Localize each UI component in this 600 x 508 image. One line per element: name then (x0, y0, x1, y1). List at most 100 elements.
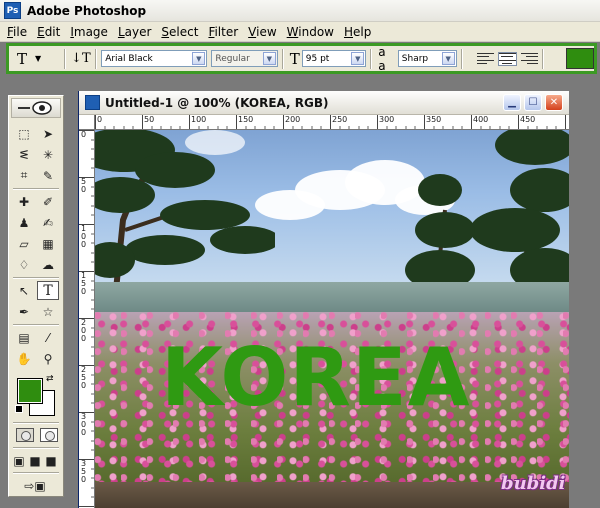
quick-mask-mode-icon[interactable] (40, 428, 58, 442)
healing-brush-tool-icon[interactable]: ✚ (13, 192, 35, 211)
divider (64, 48, 67, 69)
lasso-tool-icon[interactable]: ᓬ (13, 145, 35, 164)
text-color-swatch[interactable] (565, 48, 595, 69)
minimize-button[interactable]: ▁ (503, 94, 521, 111)
close-button[interactable]: ✕ (545, 94, 563, 111)
font-style-select[interactable]: Regular ▼ (211, 50, 278, 67)
menu-window[interactable]: Window (282, 25, 339, 39)
align-left-button[interactable] (476, 52, 494, 65)
anti-alias-select[interactable]: Sharp ▼ (397, 50, 457, 67)
tool-preset-picker[interactable]: T ▼ (9, 50, 60, 68)
slice-tool-icon[interactable]: ✎ (37, 166, 59, 185)
distant-hills (95, 282, 569, 312)
brush-tool-icon[interactable]: ✐ (37, 192, 59, 211)
zoom-tool-icon[interactable]: ⚲ (37, 349, 59, 368)
divider (95, 48, 98, 69)
korea-text-layer[interactable]: KOREA (161, 338, 521, 418)
menu-bar: File Edit Image Layer Select Filter View… (0, 22, 600, 42)
close-icon: ✕ (549, 97, 559, 108)
default-colors-icon[interactable] (15, 405, 23, 413)
font-family-value: Arial Black (105, 53, 153, 64)
ruler-ticks (95, 115, 566, 129)
eraser-tool-icon[interactable]: ▱ (13, 234, 35, 253)
font-family-select[interactable]: Arial Black ▼ (101, 50, 208, 67)
divider (460, 48, 463, 69)
font-size-select[interactable]: 95 pt ▼ (301, 50, 367, 67)
menu-image[interactable]: Image (65, 25, 113, 39)
chevron-down-icon: ▼ (441, 52, 455, 65)
divider (13, 422, 59, 424)
document-titlebar[interactable]: Untitled-1 @ 100% (KOREA, RGB) ▁ ☐ ✕ (79, 91, 569, 115)
app-title: Adobe Photoshop (27, 3, 147, 18)
text-alignment-group (476, 51, 538, 66)
jump-to-imageready-icon[interactable]: ⇨▣ (15, 476, 55, 495)
ground-strip (95, 482, 569, 508)
chevron-down-icon: ▼ (192, 52, 206, 65)
crop-tool-icon[interactable]: ⌗ (13, 166, 35, 185)
history-brush-tool-icon[interactable]: ✍ (37, 213, 59, 232)
blur-tool-icon[interactable]: ♢ (13, 255, 35, 274)
standard-screen-mode-icon[interactable]: ▣ (11, 451, 27, 470)
menu-file[interactable]: File (2, 25, 32, 39)
menu-filter[interactable]: Filter (203, 25, 243, 39)
notes-tool-icon[interactable]: ▤ (13, 328, 35, 347)
anti-alias-value: Sharp (401, 53, 429, 64)
custom-shape-tool-icon[interactable]: ☆ (37, 302, 59, 321)
divider (541, 48, 544, 69)
type-tool-icon[interactable]: T (37, 281, 59, 300)
pine-tree-left (95, 130, 275, 300)
menu-view[interactable]: View (243, 25, 281, 39)
toolbox-header-eye-icon[interactable] (11, 98, 61, 118)
marquee-tool-icon[interactable]: ⬚ (13, 124, 35, 143)
chevron-down-icon: ▼ (262, 52, 276, 65)
full-screen-mode-icon[interactable]: ■ (43, 451, 59, 470)
menu-edit[interactable]: Edit (32, 25, 65, 39)
font-size-icon: T (289, 49, 300, 68)
dodge-tool-icon[interactable]: ☁ (37, 255, 59, 274)
standard-mode-icon[interactable] (16, 428, 34, 442)
divider (13, 472, 59, 474)
type-tool-icon: T (17, 49, 28, 68)
pine-tree-right (405, 130, 569, 300)
text-orientation-button[interactable]: ↓T (70, 51, 91, 66)
minimize-icon: ▁ (508, 97, 516, 108)
chevron-down-icon: ▼ (351, 52, 365, 65)
menu-help[interactable]: Help (339, 25, 376, 39)
divider (13, 277, 59, 279)
bubidi-watermark: bubidi (501, 473, 566, 494)
menu-select[interactable]: Select (156, 25, 203, 39)
align-center-button[interactable] (497, 51, 517, 66)
clone-stamp-tool-icon[interactable]: ♟ (13, 213, 35, 232)
pen-tool-icon[interactable]: ✒ (13, 302, 35, 321)
divider (13, 447, 59, 449)
toolbox: ⬚ ➤ ᓬ ✳ ⌗ ✎ ✚ ✐ ♟ ✍ ▱ ▦ ♢ ☁ ↖ T ✒ ☆ ▤ ⁄ … (8, 95, 64, 497)
hand-tool-icon[interactable]: ✋ (13, 349, 35, 368)
swap-colors-icon[interactable]: ⇄ (46, 374, 54, 384)
path-selection-tool-icon[interactable]: ↖ (13, 281, 35, 300)
divider (370, 48, 373, 69)
align-right-button[interactable] (520, 52, 538, 65)
ruler-origin[interactable] (79, 115, 95, 130)
document-window: Untitled-1 @ 100% (KOREA, RGB) ▁ ☐ ✕ 0 5… (78, 91, 569, 508)
anti-alias-icon: a a (378, 44, 386, 73)
menu-layer[interactable]: Layer (113, 25, 156, 39)
full-screen-menu-mode-icon[interactable]: ■ (27, 451, 43, 470)
app-titlebar: Ps Adobe Photoshop (0, 0, 600, 22)
document-icon (85, 95, 100, 110)
image-canvas[interactable]: KOREA bubidi (95, 130, 569, 508)
move-tool-icon[interactable]: ➤ (37, 124, 59, 143)
divider (13, 188, 59, 190)
ruler-ticks (79, 130, 94, 507)
document-title: Untitled-1 @ 100% (KOREA, RGB) (105, 95, 329, 110)
vertical-ruler[interactable]: 0 5 0 1 0 0 1 5 0 2 0 0 2 5 0 3 0 0 3 5 … (79, 130, 95, 508)
divider (13, 324, 59, 326)
gradient-tool-icon[interactable]: ▦ (37, 234, 59, 253)
foreground-color-swatch[interactable] (17, 378, 43, 404)
photoshop-logo-icon: Ps (4, 2, 21, 19)
font-size-value: 95 pt (305, 53, 330, 64)
eyedropper-tool-icon[interactable]: ⁄ (37, 328, 59, 347)
magic-wand-tool-icon[interactable]: ✳ (37, 145, 59, 164)
horizontal-ruler[interactable]: 0 50 100 150 200 250 300 350 400 450 (95, 115, 569, 130)
font-style-value: Regular (215, 53, 250, 64)
maximize-button[interactable]: ☐ (524, 94, 542, 111)
